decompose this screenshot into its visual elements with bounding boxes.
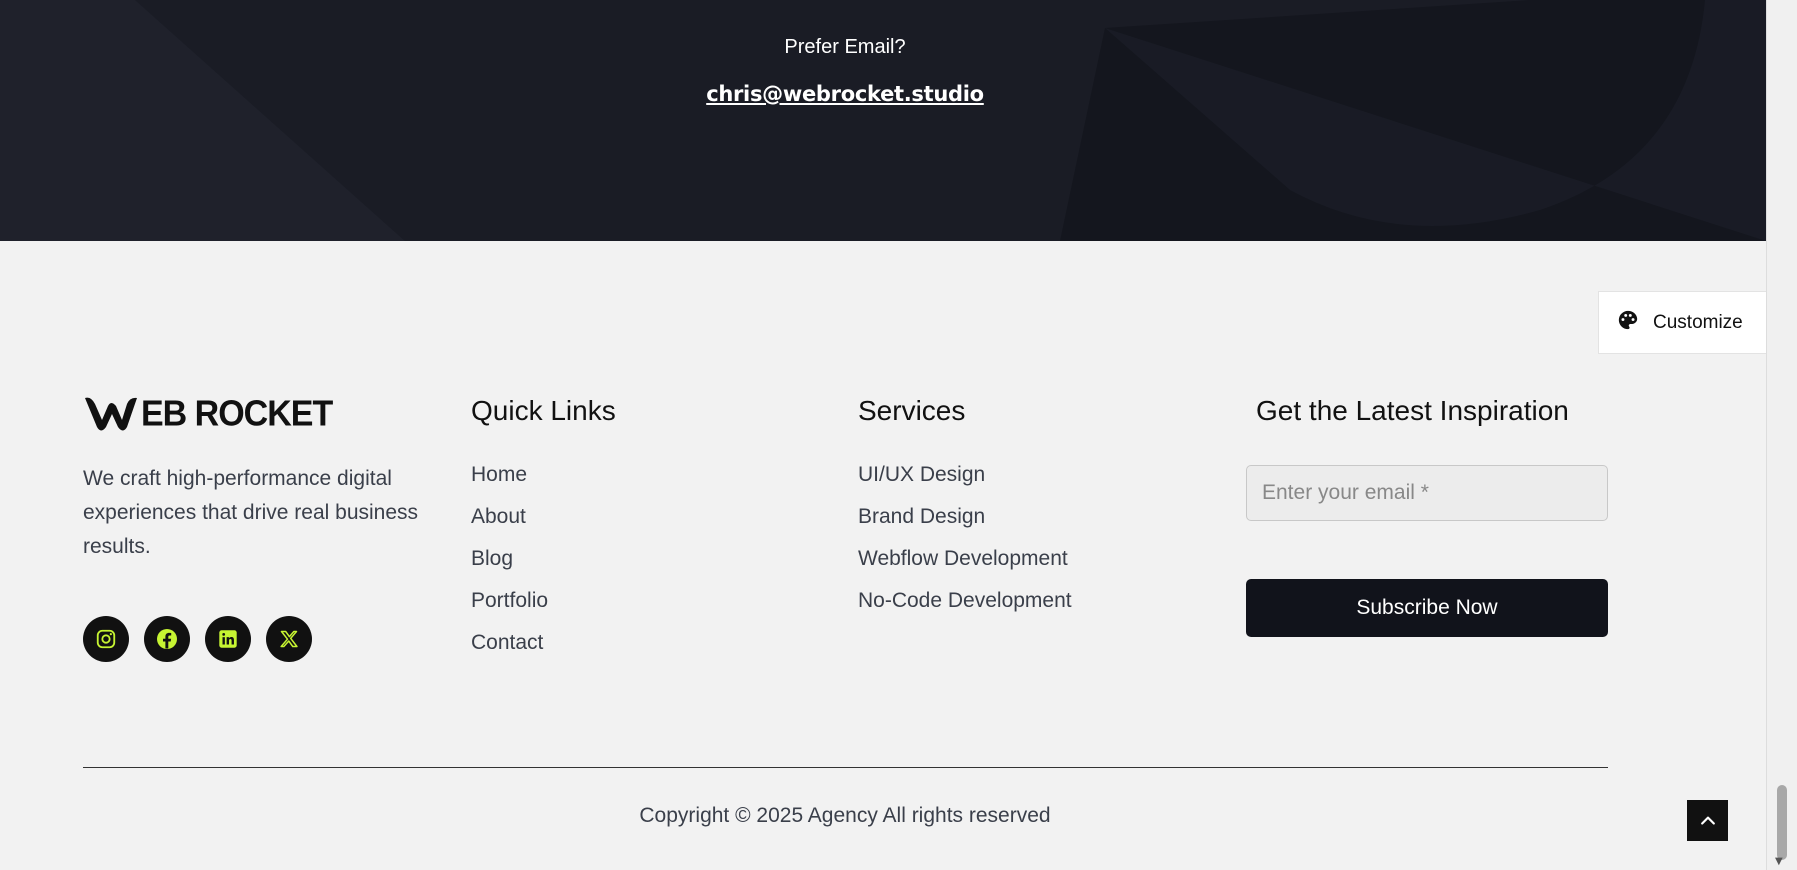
scroll-to-top-button[interactable] — [1687, 800, 1728, 841]
prefer-email-label: Prefer Email? — [784, 36, 906, 58]
service-link-brand[interactable]: Brand Design — [858, 505, 985, 528]
customize-label: Customize — [1653, 311, 1743, 333]
quick-links-title: Quick Links — [471, 395, 616, 426]
newsletter-title: Get the Latest Inspiration — [1256, 395, 1569, 426]
instagram-icon — [96, 629, 116, 649]
customize-button[interactable]: Customize — [1598, 291, 1766, 354]
chevron-up-icon — [1700, 816, 1715, 825]
service-link-nocode[interactable]: No-Code Development — [858, 589, 1072, 612]
facebook-link[interactable] — [144, 616, 190, 662]
instagram-link[interactable] — [83, 616, 129, 662]
x-icon — [280, 630, 298, 648]
quick-link-blog[interactable]: Blog — [471, 547, 513, 570]
scroll-down-arrow-icon[interactable]: ▼ — [1775, 856, 1783, 867]
services-title: Services — [858, 395, 966, 426]
linkedin-link[interactable] — [205, 616, 251, 662]
logo[interactable]: EB ROCKET — [83, 393, 333, 434]
newsletter-email-input[interactable] — [1246, 465, 1608, 521]
page-scrollbar[interactable]: ▼ — [1766, 0, 1797, 870]
footer-divider — [83, 767, 1608, 768]
contact-band: Prefer Email? chris@webrocket.studio — [0, 0, 1766, 241]
quick-link-contact[interactable]: Contact — [471, 631, 543, 654]
service-link-uiux[interactable]: UI/UX Design — [858, 463, 985, 486]
x-link[interactable] — [266, 616, 312, 662]
palette-icon — [1617, 309, 1639, 337]
scrollbar-thumb[interactable] — [1777, 785, 1787, 860]
logo-text: EB ROCKET — [141, 393, 333, 434]
services-list: UI/UX Design Brand Design Webflow Develo… — [858, 462, 1072, 630]
copyright-text: Copyright © 2025 Agency All rights reser… — [639, 804, 1051, 827]
logo-mark-icon — [85, 397, 137, 431]
facebook-icon — [157, 629, 177, 649]
subscribe-button[interactable]: Subscribe Now — [1246, 579, 1608, 637]
social-links — [83, 616, 312, 662]
linkedin-icon — [219, 630, 237, 648]
company-tagline: We craft high-performance digital experi… — [83, 467, 419, 558]
quick-link-home[interactable]: Home — [471, 463, 527, 486]
quick-links-list: Home About Blog Portfolio Contact — [471, 462, 548, 672]
service-link-webflow[interactable]: Webflow Development — [858, 547, 1068, 570]
quick-link-portfolio[interactable]: Portfolio — [471, 589, 548, 612]
contact-email-link[interactable]: chris@webrocket.studio — [0, 82, 1690, 106]
quick-link-about[interactable]: About — [471, 505, 526, 528]
